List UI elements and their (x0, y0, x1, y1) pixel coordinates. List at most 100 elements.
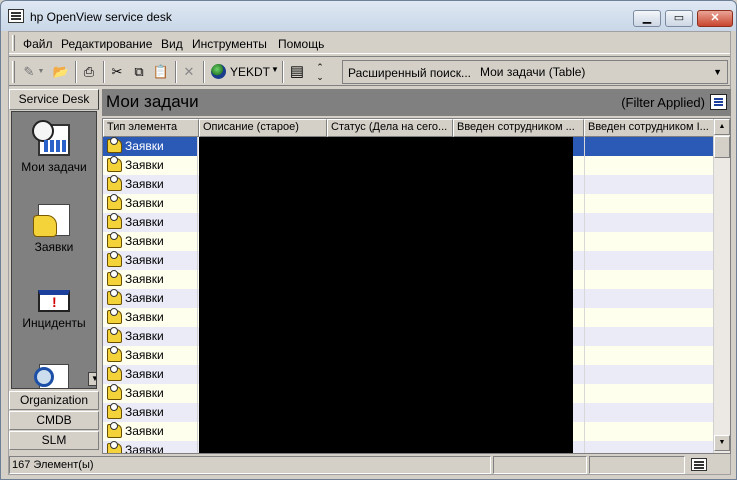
sidebar-item-label: Инциденты (22, 316, 86, 330)
tab-organization[interactable]: Organization (9, 391, 99, 410)
client-area: Файл Редактирование Вид Инструменты Помо… (8, 31, 731, 475)
menu-view[interactable]: Вид (161, 37, 183, 51)
row-type: Заявки (125, 158, 164, 172)
connection-icon (691, 458, 707, 471)
tasks-icon (32, 120, 70, 156)
request-icon (107, 251, 122, 267)
page-title: Мои задачи (106, 92, 199, 111)
toolbar-separator (103, 61, 105, 83)
request-icon (107, 308, 122, 324)
sidebar-item-label: Заявки (34, 240, 74, 254)
tab-slm[interactable]: SLM (9, 431, 99, 450)
request-icon (107, 137, 122, 153)
row-type: Заявки (125, 348, 164, 362)
request-icon (107, 270, 122, 286)
filter-status: (Filter Applied) (621, 95, 705, 110)
advanced-search-box[interactable]: Расширенный поиск... Мои задачи (Table) … (342, 60, 728, 84)
toolbar-grip[interactable] (12, 61, 15, 83)
globe-icon[interactable] (211, 64, 226, 79)
app-icon[interactable] (8, 9, 24, 23)
scroll-down-icon[interactable]: ▼ (714, 435, 730, 451)
menu-tools[interactable]: Инструменты (192, 37, 267, 51)
scroll-thumb[interactable] (714, 136, 730, 158)
timezone-dropdown-icon[interactable]: ▼ (271, 65, 279, 74)
cut-icon[interactable]: ✂ (107, 62, 127, 82)
row-type: Заявки (125, 177, 164, 191)
menu-grip[interactable] (12, 35, 15, 51)
toolbar: ✎ ▼ 📂 ⎙ ✂ ⧉ 📋 ✕ YEKDT ▼ ▤ ⌃ ⌄ Расширенный… (9, 56, 730, 86)
chevron-down-icon[interactable]: ▼ (88, 372, 96, 386)
minimize-button[interactable]: ▁ (633, 10, 661, 27)
maximize-button[interactable]: ▭ (665, 10, 693, 27)
row-type: Заявки (125, 234, 164, 248)
toolbar-separator (282, 61, 284, 83)
column-header[interactable]: Введен сотрудником ... (453, 119, 584, 137)
row-type: Заявки (125, 367, 164, 381)
window-layout-icon[interactable]: ▤ (287, 62, 307, 82)
menu-edit[interactable]: Редактирование (61, 37, 152, 51)
menu-help[interactable]: Помощь (278, 37, 324, 51)
request-icon (107, 289, 122, 305)
menu-file[interactable]: Файл (23, 37, 53, 51)
navigation-shortcuts: Мои задачи Заявки Инциденты ▼ (11, 111, 97, 389)
request-icon (107, 175, 122, 191)
row-type: Заявки (125, 139, 164, 153)
vertical-scrollbar[interactable]: ▲ ▼ (713, 119, 730, 453)
request-icon (107, 194, 122, 210)
column-header[interactable]: Тип элемента (103, 119, 199, 137)
incidents-icon (38, 290, 70, 312)
search-value[interactable]: Мои задачи (Table) (480, 65, 585, 79)
chevron-down-icon[interactable]: ▼ (713, 67, 722, 77)
row-type: Заявки (125, 386, 164, 400)
delete-icon[interactable]: ✕ (179, 62, 199, 82)
window-title: hp OpenView service desk (30, 10, 172, 24)
request-icon (107, 384, 122, 400)
row-type: Заявки (125, 291, 164, 305)
toolbar-overflow-icon[interactable]: ⌃ ⌄ (313, 62, 327, 82)
toolbar-separator (75, 61, 77, 83)
status-pane (589, 456, 685, 474)
timezone-label[interactable]: YEKDT (230, 65, 270, 79)
row-type: Заявки (125, 272, 164, 286)
request-icon (107, 232, 122, 248)
column-header[interactable]: Введен сотрудником І... (584, 119, 714, 137)
tab-cmdb[interactable]: CMDB (9, 411, 99, 430)
sidebar-item-requests[interactable]: Заявки (12, 204, 96, 254)
navigation-panel: Service Desk Мои задачи Заявки Инциденты (9, 89, 99, 455)
main-view: Мои задачи (Filter Applied) Тип элемента… (102, 89, 731, 455)
item-count: 167 Элемент(ы) (9, 456, 491, 474)
view-header: Мои задачи (Filter Applied) (102, 89, 731, 116)
view-options-icon[interactable] (710, 94, 727, 110)
open-folder-icon[interactable]: 📂 (51, 62, 71, 82)
row-type: Заявки (125, 424, 164, 438)
requests-icon (33, 204, 70, 237)
menu-bar: Файл Редактирование Вид Инструменты Помо… (9, 32, 730, 54)
toolbar-separator (203, 61, 205, 83)
close-button[interactable]: ✕ (697, 10, 733, 27)
search-prefix-label: Расширенный поиск... (348, 66, 471, 80)
title-bar[interactable]: hp OpenView service desk ▁ ▭ ✕ (1, 1, 736, 31)
request-icon (107, 327, 122, 343)
sidebar-item-incidents[interactable]: Инциденты (12, 284, 96, 330)
sidebar-item-my-tasks[interactable]: Мои задачи (12, 120, 96, 174)
column-divider (584, 137, 585, 453)
scroll-up-icon[interactable]: ▲ (714, 119, 730, 135)
paste-icon[interactable]: 📋 (151, 62, 171, 82)
sidebar-item-search[interactable] (12, 364, 96, 388)
redacted-area (199, 137, 573, 453)
new-dropdown-icon[interactable]: ▼ (36, 62, 46, 82)
row-type: Заявки (125, 253, 164, 267)
status-bar: 167 Элемент(ы) (9, 456, 730, 474)
column-header[interactable]: Описание (старое) (199, 119, 327, 137)
column-header[interactable]: Статус (Дела на сего... (327, 119, 453, 137)
navigation-header[interactable]: Service Desk (9, 89, 99, 110)
row-type: Заявки (125, 329, 164, 343)
row-type: Заявки (125, 215, 164, 229)
copy-icon[interactable]: ⧉ (129, 62, 149, 82)
request-icon (107, 156, 122, 172)
sidebar-item-label: Мои задачи (21, 160, 87, 174)
print-icon[interactable]: ⎙ (79, 62, 99, 82)
status-pane (493, 456, 587, 474)
row-type: Заявки (125, 310, 164, 324)
row-type: Заявки (125, 196, 164, 210)
